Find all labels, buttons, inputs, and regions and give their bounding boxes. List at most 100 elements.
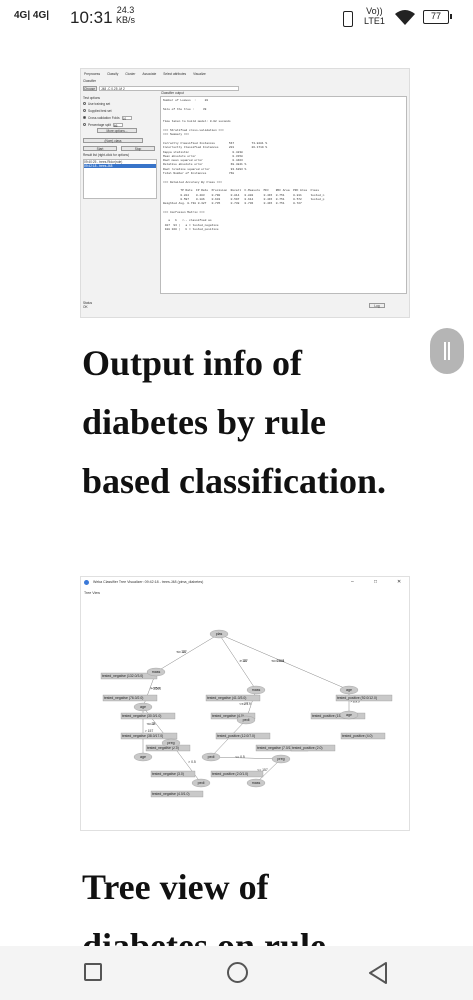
tree-leaf-label: tested_negative (4.0/1.0)	[152, 792, 190, 796]
tree-leaf[interactable]: tested_negative (4.0/1.0)	[150, 790, 204, 798]
radio-selected-icon[interactable]	[83, 116, 86, 119]
tree-edge-label: <= 0.561	[271, 659, 285, 663]
tree-leaf[interactable]: tested_positive (12.0/7.0)	[215, 732, 271, 740]
radio-icon[interactable]	[83, 102, 86, 105]
tree-leaf[interactable]: tested_negative (76.0/2.0)	[102, 694, 158, 702]
back-button[interactable]	[367, 961, 389, 985]
class-select[interactable]: (Nom) class	[83, 138, 143, 143]
home-button[interactable]	[227, 962, 248, 983]
more-options-button[interactable]: More options...	[97, 128, 137, 133]
option-percentage-split[interactable]: Percentage split 66	[83, 121, 157, 128]
tab-select-attributes[interactable]: Select attributes	[162, 72, 187, 76]
choose-button[interactable]: Choose	[83, 86, 97, 91]
tree-node[interactable]: mass	[146, 667, 166, 677]
recent-apps-button[interactable]	[84, 963, 102, 981]
tree-node-label: plas	[216, 632, 223, 636]
tree-edge-label: > 30	[240, 659, 247, 663]
tree-leaf-label: tested_negative (76.0/2.0)	[104, 696, 143, 700]
tree-node-label: pedi	[243, 718, 250, 722]
stop-button[interactable]: Stop	[121, 146, 155, 151]
tree-node-label: mass	[152, 670, 161, 674]
tree-node[interactable]: pedi	[201, 752, 221, 762]
radio-icon[interactable]	[83, 109, 86, 112]
tree-node[interactable]: mass	[246, 685, 266, 695]
tree-leaf[interactable]: tested_negative (30.0/1.0)	[120, 712, 176, 720]
tree-node[interactable]: preg	[161, 738, 181, 748]
maximize-button[interactable]: □	[374, 579, 377, 585]
tree-node-label: pedi	[198, 781, 205, 785]
tree-edge-label: <= 7	[242, 702, 249, 706]
minimize-button[interactable]: –	[351, 579, 354, 585]
result-item-selected[interactable]: 09:42:18 - trees.J48	[84, 164, 156, 168]
weka-explorer-screenshot[interactable]: Preprocess Classify Cluster Associate Se…	[80, 68, 410, 318]
option-label: Use training set	[88, 101, 111, 106]
tree-node[interactable]: plas	[209, 629, 229, 639]
volte-label: Vo))	[366, 6, 383, 16]
tree-leaf[interactable]: tested_positive (2.0)	[290, 744, 336, 752]
tab-cluster[interactable]: Cluster	[124, 72, 136, 76]
tree-edge	[218, 633, 257, 691]
tree-node-label: age	[140, 705, 146, 709]
tree-node-label: age	[140, 755, 146, 759]
folds-field[interactable]: 10	[121, 115, 132, 121]
tab-classify[interactable]: Classify	[106, 72, 119, 76]
volte-indicator: Vo)) LTE1	[364, 6, 385, 26]
network-speed-unit: KB/s	[116, 15, 136, 25]
navigation-bar	[0, 946, 473, 1000]
option-training-set[interactable]: Use training set	[83, 100, 157, 107]
option-label: Supplied test set	[88, 108, 112, 113]
tree-node-label: pedi	[208, 755, 215, 759]
tree-node-label: preg	[277, 757, 284, 761]
tree-edge-label: <= 30	[177, 650, 186, 654]
tree-node[interactable]: mass	[246, 778, 266, 788]
tab-associate[interactable]: Associate	[141, 72, 157, 76]
test-options-panel: Test options Use training set Supplied t…	[83, 96, 157, 286]
option-supplied-test-set[interactable]: Supplied test set	[83, 107, 157, 114]
classifier-output-label: Classifier output	[161, 91, 184, 95]
tree-node[interactable]: age	[133, 702, 153, 712]
tree-leaf-label: tested_positive (2.0/1.0)	[212, 772, 248, 776]
tree-edge-label: <= 2	[148, 722, 155, 726]
tree-leaf[interactable]: tested_positive (92.0/12.0)	[335, 694, 393, 702]
tree-node[interactable]: age	[133, 752, 153, 762]
network-speed: 24.3 KB/s	[116, 5, 135, 25]
status-value: OK	[83, 305, 88, 309]
classifier-label: Classifier	[83, 79, 97, 83]
tab-preprocess[interactable]: Preprocess	[83, 72, 101, 76]
radio-icon[interactable]	[83, 123, 86, 126]
battery-indicator: 77	[423, 10, 452, 24]
tree-node[interactable]: preg	[271, 754, 291, 764]
log-button[interactable]: Log	[369, 303, 385, 308]
weka-logo-icon	[84, 580, 89, 585]
tree-node-label: mass	[252, 781, 261, 785]
tree-edge-label: > 157	[145, 729, 154, 733]
tree-leaf[interactable]: tested_negative (38.0/17.0)	[120, 732, 178, 740]
heading-output-info: Output info of diabetes by rule based cl…	[82, 343, 387, 501]
start-button[interactable]: Start	[83, 146, 117, 151]
tree-leaf-label: tested_negative (41.0/3.0)	[207, 696, 246, 700]
tree-leaf[interactable]: tested_negative (3.0)	[150, 770, 196, 778]
tree-leaf[interactable]: tested_positive (2.0/1.0)	[210, 770, 264, 778]
tree-edge-label: <= 0.5	[235, 755, 245, 759]
percent-field[interactable]: 66	[112, 122, 123, 128]
tab-visualize[interactable]: Visualize	[192, 72, 207, 76]
tree-node[interactable]: age	[339, 685, 359, 695]
tree-node-label: age	[346, 713, 352, 717]
tree-node[interactable]: age	[339, 710, 359, 720]
lte-label: LTE1	[364, 16, 385, 26]
decision-tree-diagram[interactable]: <= 127> 127 <= 26.4> 26.4<= 29.9> 29.9<= …	[81, 597, 410, 831]
scroll-handle[interactable]	[430, 328, 464, 374]
tree-leaf[interactable]: tested_negative (41.0/3.0)	[205, 694, 261, 702]
tree-node[interactable]: pedi	[191, 778, 211, 788]
tree-view-label: Tree View	[84, 591, 100, 595]
tree-visualizer-screenshot[interactable]: Weka Classifier Tree Visualizer: 09:42:1…	[80, 576, 410, 831]
tree-leaf[interactable]: tested_positive (4.0)	[340, 732, 386, 740]
option-cross-validation[interactable]: Cross-validation Folds 10	[83, 114, 157, 121]
tree-leaf-label: tested_positive (4.0)	[342, 734, 373, 738]
status-bar: 4G| 4G| 10:31 24.3 KB/s Vo)) LTE1 77	[0, 0, 473, 38]
tree-node[interactable]: pedi	[236, 715, 256, 725]
classifier-output-text[interactable]: Number of Leaves : 20 Size of the tree :…	[160, 96, 407, 294]
tree-node-label: mass	[252, 688, 261, 692]
close-button[interactable]: ✕	[397, 579, 401, 585]
result-list[interactable]: 09:40:25 - trees.Ridor(rule) 09:42:18 - …	[83, 159, 157, 199]
